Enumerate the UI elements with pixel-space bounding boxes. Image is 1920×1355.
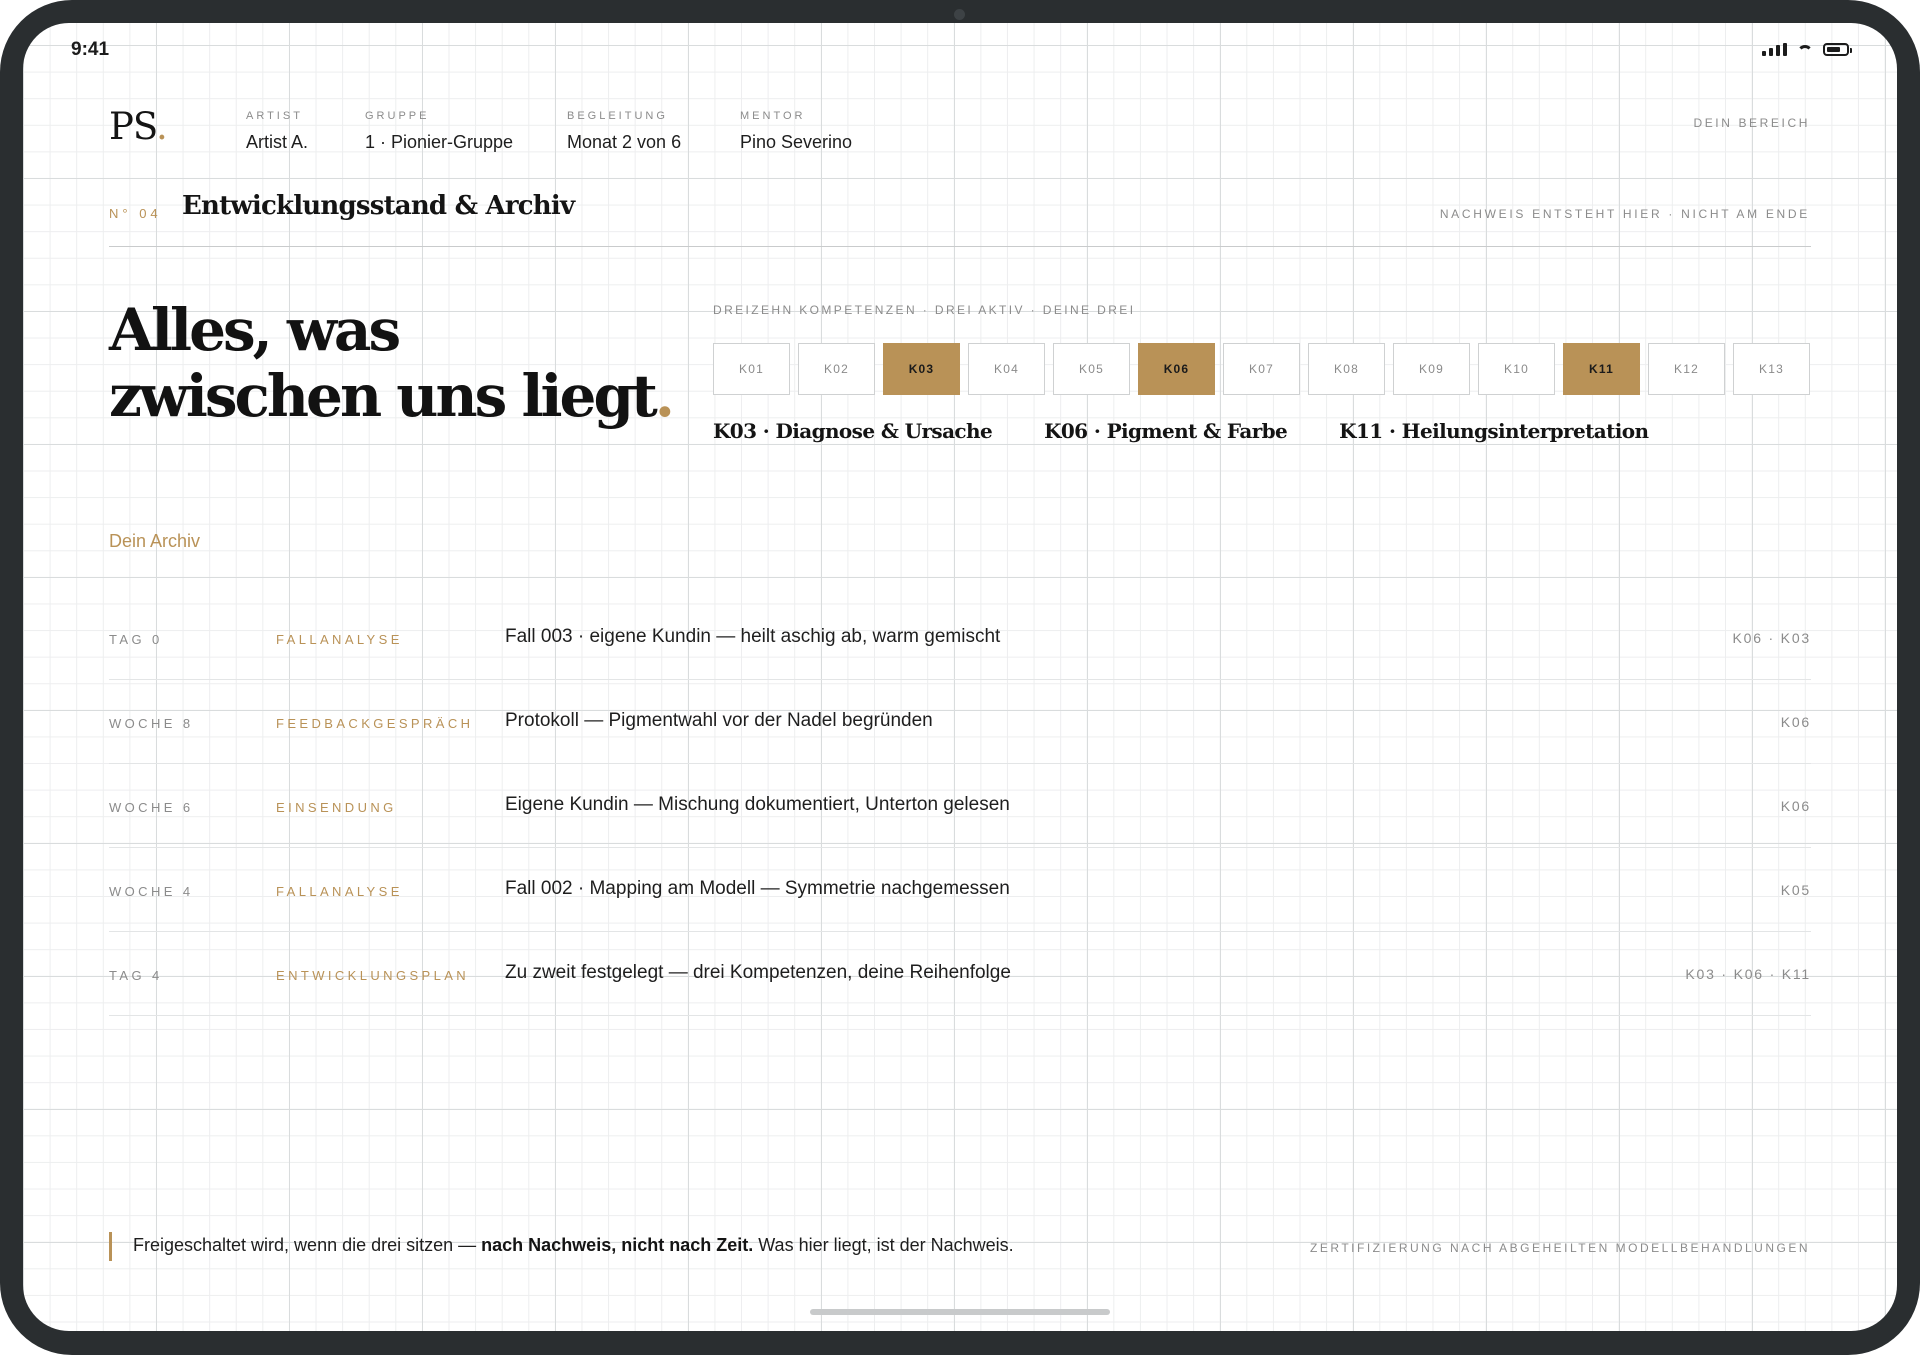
section-number: N° 04 xyxy=(109,206,162,221)
row-kind: FALLANALYSE xyxy=(276,884,403,899)
meta-label: MENTOR xyxy=(740,110,806,122)
logo-dot: . xyxy=(155,105,168,148)
signal-icon xyxy=(1762,43,1787,56)
meta-label: GRUPPE xyxy=(365,110,430,122)
headline-line-1: Alles, was xyxy=(109,296,401,364)
kompetenzen-label: DREIZEHN KOMPETENZEN · DREI AKTIV · DEIN… xyxy=(713,303,1136,317)
section-note: NACHWEIS ENTSTEHT HIER · NICHT AM ENDE xyxy=(1439,207,1810,221)
tablet-frame: 9:41 PS. ARTIST Artist A. GRUPPE 1 · Pio… xyxy=(0,0,1920,1355)
kompetenz-chip-k01[interactable]: K01 xyxy=(713,343,790,395)
kompetenz-chip-k02[interactable]: K02 xyxy=(798,343,875,395)
home-indicator[interactable] xyxy=(810,1309,1110,1315)
row-description: Zu zweit festgelegt — drei Kompetenzen, … xyxy=(505,962,1011,983)
region-link[interactable]: DEIN BEREICH xyxy=(1693,116,1810,130)
active-kompetenzen: K03 · Diagnose & Ursache K06 · Pigment &… xyxy=(713,419,1649,443)
meta-artist: ARTIST Artist A. xyxy=(246,110,308,153)
kompetenz-chip-k12[interactable]: K12 xyxy=(1648,343,1725,395)
row-kind: FALLANALYSE xyxy=(276,632,403,647)
footer-text-end: Was hier liegt, ist der Nachweis. xyxy=(753,1235,1014,1255)
kompetenz-chip-k06[interactable]: K06 xyxy=(1138,343,1215,395)
kompetenz-chip-k03[interactable]: K03 xyxy=(883,343,960,395)
active-kompetenz-name: K11 · Heilungsinterpretation xyxy=(1339,419,1649,443)
meta-gruppe: GRUPPE 1 · Pionier-Gruppe xyxy=(365,110,513,153)
meta-value: Pino Severino xyxy=(740,132,853,152)
row-refs: K03 · K06 · K11 xyxy=(1685,966,1811,982)
row-when: WOCHE 8 xyxy=(109,716,194,731)
row-description: Fall 003 · eigene Kundin — heilt aschig … xyxy=(505,626,1001,647)
meta-label: BEGLEITUNG xyxy=(567,110,668,122)
status-time: 9:41 xyxy=(71,39,110,60)
page-headline: Alles, was zwischen uns liegt. xyxy=(109,296,675,430)
archive-list: TAG 0 FALLANALYSE Fall 003 · eigene Kund… xyxy=(109,596,1811,1016)
meta-value: 1 · Pionier-Gruppe xyxy=(365,132,514,152)
headline-line-2-text: zwischen uns liegt xyxy=(109,362,658,430)
row-when: TAG 4 xyxy=(109,968,163,983)
meta-begleitung: BEGLEITUNG Monat 2 von 6 xyxy=(567,110,681,153)
kompetenz-chip-k04[interactable]: K04 xyxy=(968,343,1045,395)
archive-heading: Dein Archiv xyxy=(109,531,201,551)
meta-mentor: MENTOR Pino Severino xyxy=(740,110,852,153)
footer-note: Freigeschaltet wird, wenn die drei sitze… xyxy=(133,1235,1014,1256)
row-kind: FEEDBACKGESPRÄCH xyxy=(276,716,474,731)
archive-row[interactable]: WOCHE 8 FEEDBACKGESPRÄCH Protokoll — Pig… xyxy=(109,680,1811,764)
archive-row[interactable]: TAG 0 FALLANALYSE Fall 003 · eigene Kund… xyxy=(109,596,1811,680)
divider xyxy=(109,246,1811,247)
meta-value: Artist A. xyxy=(246,132,309,152)
row-refs: K06 xyxy=(1780,798,1811,814)
row-description: Fall 002 · Mapping am Modell — Symmetrie… xyxy=(505,878,1010,899)
meta-label: ARTIST xyxy=(246,110,303,122)
wifi-icon xyxy=(1797,44,1813,55)
row-when: WOCHE 6 xyxy=(109,800,194,815)
footer-accent-bar xyxy=(109,1232,112,1261)
kompetenz-chip-k10[interactable]: K10 xyxy=(1478,343,1555,395)
row-refs: K06 xyxy=(1780,714,1811,730)
meta-value: Monat 2 von 6 xyxy=(567,132,682,152)
battery-icon xyxy=(1823,43,1852,56)
kompetenz-chip-k09[interactable]: K09 xyxy=(1393,343,1470,395)
kompetenz-chip-k05[interactable]: K05 xyxy=(1053,343,1130,395)
kompetenz-chip-k08[interactable]: K08 xyxy=(1308,343,1385,395)
row-kind: EINSENDUNG xyxy=(276,800,397,815)
kompetenz-chip-k13[interactable]: K13 xyxy=(1733,343,1810,395)
certification-note: ZERTIFIZIERUNG NACH ABGEHEILTEN MODELLBE… xyxy=(1310,1241,1810,1255)
section-title: Entwicklungsstand & Archiv xyxy=(182,191,575,221)
archive-row[interactable]: WOCHE 6 EINSENDUNG Eigene Kundin — Misch… xyxy=(109,764,1811,848)
kompetenz-chip-k11[interactable]: K11 xyxy=(1563,343,1640,395)
status-icons xyxy=(1762,43,1852,56)
row-when: WOCHE 4 xyxy=(109,884,194,899)
row-description: Protokoll — Pigmentwahl vor der Nadel be… xyxy=(505,710,933,731)
footer-text-bold: nach Nachweis, nicht nach Zeit. xyxy=(481,1235,754,1255)
footer-text-start: Freigeschaltet wird, wenn die drei sitze… xyxy=(133,1235,482,1255)
archive-row[interactable]: TAG 4 ENTWICKLUNGSPLAN Zu zweit festgele… xyxy=(109,932,1811,1016)
headline-line-2: zwischen uns liegt. xyxy=(109,362,675,430)
logo-text: PS xyxy=(109,105,157,148)
active-kompetenz-name: K06 · Pigment & Farbe xyxy=(1044,419,1288,443)
kompetenz-chip-k07[interactable]: K07 xyxy=(1223,343,1300,395)
archive-row[interactable]: WOCHE 4 FALLANALYSE Fall 002 · Mapping a… xyxy=(109,848,1811,932)
screen: 9:41 PS. ARTIST Artist A. GRUPPE 1 · Pio… xyxy=(23,23,1897,1331)
kompetenzen-grid: K01 K02 K03 K04 K05 K06 K07 K08 K09 K10 K11 K12 K13 xyxy=(713,343,1810,395)
row-when: TAG 0 xyxy=(109,632,163,647)
logo[interactable]: PS. xyxy=(109,105,168,148)
camera xyxy=(954,9,965,20)
row-description: Eigene Kundin — Mischung dokumentiert, U… xyxy=(505,794,1010,815)
row-refs: K06 · K03 xyxy=(1732,630,1811,646)
row-refs: K05 xyxy=(1780,882,1811,898)
active-kompetenz-name: K03 · Diagnose & Ursache xyxy=(713,419,993,443)
row-kind: ENTWICKLUNGSPLAN xyxy=(276,968,470,983)
headline-dot: . xyxy=(654,362,675,430)
